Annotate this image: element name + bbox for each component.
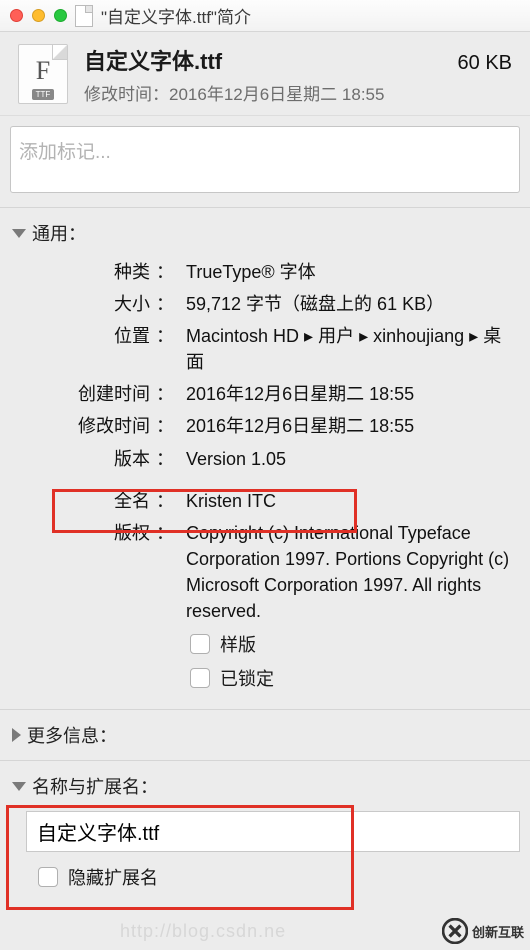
brand-badge: 创新互联 [442, 918, 524, 944]
row-modified: 修改时间： 2016年12月6日星期二 18:55 [40, 410, 518, 442]
tags-placeholder: 添加标记... [19, 142, 111, 163]
disclosure-down-icon [12, 229, 26, 238]
zoom-icon[interactable] [54, 9, 67, 22]
section-general-header[interactable]: 通用： [12, 216, 518, 250]
file-type-icon: F TTF [18, 44, 68, 104]
row-created: 创建时间： 2016年12月6日星期二 18:55 [40, 378, 518, 410]
section-general: 通用： 种类： TrueType® 字体 大小： 59,712 字节（磁盘上的 … [0, 207, 530, 709]
row-hide-extension: 隐藏扩展名 [12, 860, 518, 894]
row-location: 位置： Macintosh HD ▸ 用户 ▸ xinhoujiang ▸ 桌面 [40, 320, 518, 378]
titlebar: "自定义字体.ttf"简介 [0, 0, 530, 32]
section-name-ext-header[interactable]: 名称与扩展名： [12, 769, 518, 803]
section-more-header[interactable]: 更多信息： [12, 718, 518, 752]
section-more-info: 更多信息： [0, 709, 530, 760]
row-fullname: 全名： Kristen ITC [40, 485, 518, 517]
modified-line: 修改时间：2016年12月6日星期二 18:55 [84, 80, 512, 105]
hide-extension-checkbox[interactable] [38, 867, 58, 887]
tags-field[interactable]: 添加标记... [10, 126, 520, 193]
window-title: "自定义字体.ttf"简介 [101, 3, 251, 28]
titlebar-doc-icon [75, 5, 93, 27]
row-locked: 已锁定 [40, 661, 518, 695]
row-size: 大小： 59,712 字节（磁盘上的 61 KB） [40, 288, 518, 320]
row-copyright: 版权： Copyright (c) International Typeface… [40, 517, 518, 627]
window-controls [10, 9, 67, 22]
close-icon[interactable] [10, 9, 23, 22]
file-name: 自定义字体.ttf [84, 44, 222, 76]
row-version: 版本： Version 1.05 [40, 443, 518, 475]
brand-logo-icon [442, 918, 468, 944]
watermark: http://blog.csdn.ne [120, 921, 286, 942]
minimize-icon[interactable] [32, 9, 45, 22]
section-name-ext: 名称与扩展名： 隐藏扩展名 [0, 760, 530, 902]
disclosure-down-icon [12, 782, 26, 791]
locked-checkbox[interactable] [190, 668, 210, 688]
stationery-checkbox[interactable] [190, 634, 210, 654]
disclosure-right-icon [12, 728, 21, 742]
row-stationery: 样版 [40, 627, 518, 661]
file-header: F TTF 自定义字体.ttf 60 KB 修改时间：2016年12月6日星期二… [0, 32, 530, 116]
row-kind: 种类： TrueType® 字体 [40, 256, 518, 288]
file-size: 60 KB [458, 52, 512, 75]
filename-input[interactable] [26, 811, 520, 852]
